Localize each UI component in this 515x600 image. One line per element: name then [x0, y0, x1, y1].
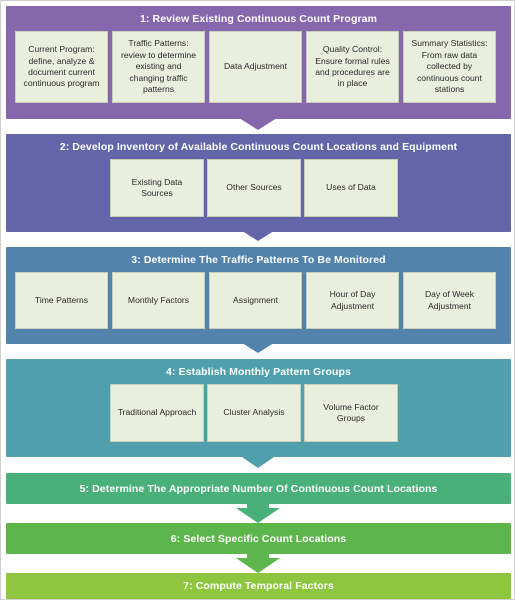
subbox-quality-control[interactable]: Quality Control: Ensure formal rules and…: [306, 31, 399, 103]
subbox-summary-statistics[interactable]: Summary Statistics: From raw data collec…: [403, 31, 496, 103]
subbox-cluster-analysis[interactable]: Cluster Analysis: [207, 384, 301, 442]
stage-4-establish-monthly-pattern-groups: 4: Establish Monthly Pattern Groups Trad…: [6, 359, 511, 457]
stage-6-title: 6: Select Specific Count Locations: [170, 532, 347, 545]
subbox-other-sources[interactable]: Other Sources: [207, 159, 301, 217]
subbox-current-program[interactable]: Current Program: define, analyze & docum…: [15, 31, 108, 103]
subbox-day-of-week-adjustment[interactable]: Day of Week Adjustment: [403, 272, 496, 329]
stage-7-compute-temporal-factors: 7: Compute Temporal Factors: [6, 573, 511, 599]
arrow-stage4-to-stage5: [235, 444, 280, 468]
stage-5-title: 5: Determine The Appropriate Number Of C…: [79, 482, 438, 495]
arrow-stage3-to-stage4: [235, 331, 280, 353]
arrow-stage2-to-stage3: [235, 219, 280, 241]
stage-1-review-existing-continuous-count-program: 1: Review Existing Continuous Count Prog…: [6, 6, 511, 119]
arrow-stage5-to-stage6: [235, 499, 280, 523]
subbox-traditional-approach[interactable]: Traditional Approach: [110, 384, 204, 442]
subbox-uses-of-data[interactable]: Uses of Data: [304, 159, 398, 217]
stage-3-subbox-row: Time Patterns Monthly Factors Assignment…: [6, 269, 511, 336]
subbox-hour-of-day-adjustment[interactable]: Hour of Day Adjustment: [306, 272, 399, 329]
subbox-existing-data-sources[interactable]: Existing Data Sources: [110, 159, 204, 217]
stage-4-title: 4: Establish Monthly Pattern Groups: [166, 366, 351, 378]
subbox-assignment[interactable]: Assignment: [209, 272, 302, 329]
stage-2-develop-inventory: 2: Develop Inventory of Available Contin…: [6, 134, 511, 232]
subbox-monthly-factors[interactable]: Monthly Factors: [112, 272, 205, 329]
arrow-stage6-to-stage7: [235, 549, 280, 573]
subbox-traffic-patterns[interactable]: Traffic Patterns: review to determine ex…: [112, 31, 205, 103]
stage-3-determine-traffic-patterns: 3: Determine The Traffic Patterns To Be …: [6, 247, 511, 344]
stage-4-subbox-row: Traditional Approach Cluster Analysis Vo…: [6, 381, 511, 449]
subbox-volume-factor-groups[interactable]: Volume Factor Groups: [304, 384, 398, 442]
subbox-data-adjustment[interactable]: Data Adjustment: [209, 31, 302, 103]
flowchart-diagram: 1: Review Existing Continuous Count Prog…: [0, 0, 515, 600]
stage-2-title: 2: Develop Inventory of Available Contin…: [59, 141, 458, 153]
stage-7-title: 7: Compute Temporal Factors: [183, 580, 334, 592]
subbox-time-patterns[interactable]: Time Patterns: [15, 272, 108, 329]
stage-2-subbox-row: Existing Data Sources Other Sources Uses…: [6, 156, 511, 224]
stage-3-title: 3: Determine The Traffic Patterns To Be …: [131, 254, 386, 266]
arrow-stage1-to-stage2: [235, 108, 280, 130]
stage-1-subbox-row: Current Program: define, analyze & docum…: [6, 28, 511, 110]
stage-1-title: 1: Review Existing Continuous Count Prog…: [139, 13, 378, 25]
